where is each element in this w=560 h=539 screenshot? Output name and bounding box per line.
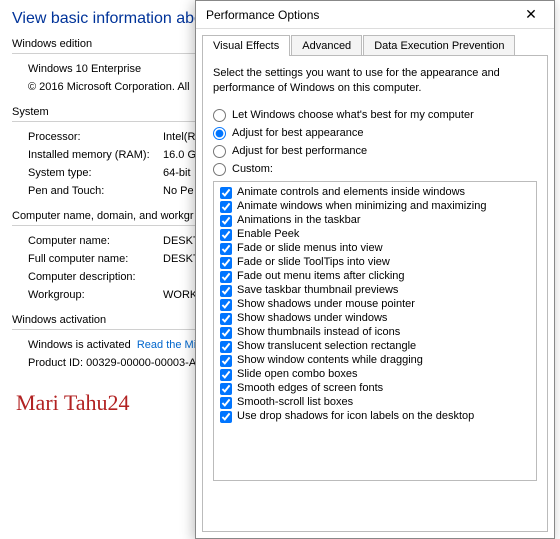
product-id: Product ID: 00329-00000-00003-AA: [28, 357, 204, 369]
radio-bestapp-input[interactable]: [213, 127, 226, 140]
radio-auto-label: Let Windows choose what's best for my co…: [232, 109, 474, 121]
processor-label: Processor:: [28, 131, 163, 143]
radio-bestapp-label: Adjust for best appearance: [232, 127, 363, 139]
effect-checkbox[interactable]: [220, 299, 232, 311]
effect-checkbox[interactable]: [220, 229, 232, 241]
intro-text: Select the settings you want to use for …: [213, 66, 537, 97]
effect-checkbox[interactable]: [220, 369, 232, 381]
radio-best-performance[interactable]: Adjust for best performance: [213, 145, 537, 158]
radio-bestperf-label: Adjust for best performance: [232, 145, 367, 157]
radio-custom[interactable]: Custom:: [213, 163, 537, 176]
radio-bestperf-input[interactable]: [213, 145, 226, 158]
effect-checkbox[interactable]: [220, 411, 232, 423]
effect-check-row[interactable]: Fade or slide ToolTips into view: [220, 256, 530, 270]
effect-checkbox[interactable]: [220, 383, 232, 395]
effect-check-row[interactable]: Smooth edges of screen fonts: [220, 382, 530, 396]
effect-label: Enable Peek: [237, 229, 299, 240]
effect-check-row[interactable]: Smooth-scroll list boxes: [220, 396, 530, 410]
effect-check-row[interactable]: Save taskbar thumbnail previews: [220, 284, 530, 298]
systype-label: System type:: [28, 167, 163, 179]
radio-auto[interactable]: Let Windows choose what's best for my co…: [213, 109, 537, 122]
tabstrip: Visual Effects Advanced Data Execution P…: [196, 29, 554, 56]
effect-check-row[interactable]: Show shadows under mouse pointer: [220, 298, 530, 312]
effect-check-row[interactable]: Show translucent selection rectangle: [220, 340, 530, 354]
effect-label: Slide open combo boxes: [237, 369, 357, 380]
effect-check-row[interactable]: Animate controls and elements inside win…: [220, 186, 530, 200]
effect-label: Fade or slide menus into view: [237, 243, 383, 254]
effect-checkbox[interactable]: [220, 215, 232, 227]
cdesc-label: Computer description:: [28, 271, 163, 283]
effect-label: Show shadows under mouse pointer: [237, 299, 415, 310]
pen-value: No Pe: [163, 185, 194, 197]
workgroup-label: Workgroup:: [28, 289, 163, 301]
edition-name: Windows 10 Enterprise: [28, 63, 163, 75]
effect-label: Smooth-scroll list boxes: [237, 397, 353, 408]
effect-label: Fade out menu items after clicking: [237, 271, 405, 282]
effect-checkbox[interactable]: [220, 243, 232, 255]
activation-link[interactable]: Read the Mi: [137, 339, 196, 351]
effect-label: Animate controls and elements inside win…: [237, 187, 465, 198]
effect-check-row[interactable]: Show thumbnails instead of icons: [220, 326, 530, 340]
tab-page-visual-effects: Select the settings you want to use for …: [202, 55, 548, 532]
effect-check-row[interactable]: Animate windows when minimizing and maxi…: [220, 200, 530, 214]
effect-label: Show shadows under windows: [237, 313, 387, 324]
ram-value: 16.0 G: [163, 149, 196, 161]
effect-check-row[interactable]: Show window contents while dragging: [220, 354, 530, 368]
effect-check-row[interactable]: Show shadows under windows: [220, 312, 530, 326]
effect-checkbox[interactable]: [220, 187, 232, 199]
radio-custom-input[interactable]: [213, 163, 226, 176]
copyright: © 2016 Microsoft Corporation. All: [28, 81, 190, 93]
effect-checkbox[interactable]: [220, 313, 232, 325]
effect-checkbox[interactable]: [220, 257, 232, 269]
effect-label: Use drop shadows for icon labels on the …: [237, 411, 474, 422]
activation-status: Windows is activated: [28, 339, 131, 351]
effect-label: Show thumbnails instead of icons: [237, 327, 400, 338]
effect-label: Animations in the taskbar: [237, 215, 361, 226]
effect-check-row[interactable]: Slide open combo boxes: [220, 368, 530, 382]
effect-checkbox[interactable]: [220, 355, 232, 367]
effect-checkbox[interactable]: [220, 341, 232, 353]
effect-checkbox[interactable]: [220, 397, 232, 409]
effect-checkbox[interactable]: [220, 285, 232, 297]
effects-checklist: Animate controls and elements inside win…: [213, 181, 537, 481]
effect-checkbox[interactable]: [220, 327, 232, 339]
close-icon: ✕: [525, 6, 537, 23]
radio-auto-input[interactable]: [213, 109, 226, 122]
effect-label: Save taskbar thumbnail previews: [237, 285, 398, 296]
effect-checkbox[interactable]: [220, 201, 232, 213]
tab-visual-effects[interactable]: Visual Effects: [202, 35, 290, 56]
effect-check-row[interactable]: Fade or slide menus into view: [220, 242, 530, 256]
performance-options-dialog: Performance Options ✕ Visual Effects Adv…: [195, 0, 555, 539]
effect-label: Smooth edges of screen fonts: [237, 383, 383, 394]
effect-label: Animate windows when minimizing and maxi…: [237, 201, 486, 212]
systype-value: 64-bit: [163, 167, 191, 179]
close-button[interactable]: ✕: [512, 2, 550, 28]
radio-custom-label: Custom:: [232, 163, 273, 175]
tab-advanced[interactable]: Advanced: [291, 35, 362, 56]
effect-label: Show window contents while dragging: [237, 355, 423, 366]
cname-label: Computer name:: [28, 235, 163, 247]
processor-value: Intel(R: [163, 131, 195, 143]
effect-checkbox[interactable]: [220, 271, 232, 283]
dialog-title: Performance Options: [206, 8, 512, 22]
pen-label: Pen and Touch:: [28, 185, 163, 197]
effect-check-row[interactable]: Animations in the taskbar: [220, 214, 530, 228]
workgroup-value: WORK: [163, 289, 197, 301]
effect-label: Show translucent selection rectangle: [237, 341, 416, 352]
titlebar[interactable]: Performance Options ✕: [196, 1, 554, 29]
ram-label: Installed memory (RAM):: [28, 149, 163, 161]
effect-check-row[interactable]: Fade out menu items after clicking: [220, 270, 530, 284]
effect-check-row[interactable]: Use drop shadows for icon labels on the …: [220, 410, 530, 424]
radio-best-appearance[interactable]: Adjust for best appearance: [213, 127, 537, 140]
tab-dep[interactable]: Data Execution Prevention: [363, 35, 515, 56]
effect-check-row[interactable]: Enable Peek: [220, 228, 530, 242]
effect-label: Fade or slide ToolTips into view: [237, 257, 390, 268]
fcname-label: Full computer name:: [28, 253, 163, 265]
